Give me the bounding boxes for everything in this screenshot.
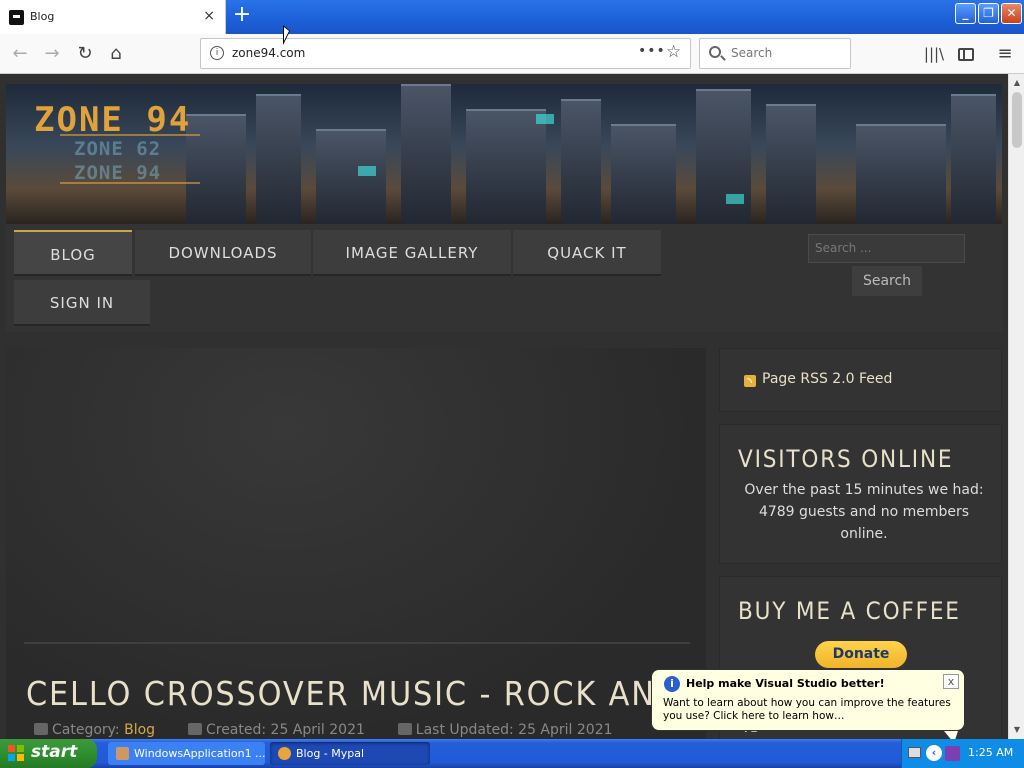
tab-blog[interactable]: Blog ×: [0, 0, 226, 34]
logo-subtext: ZONE 62: [74, 138, 162, 160]
reload-icon[interactable]: ↻: [73, 42, 97, 66]
web-page: ZONE 94 ZONE 62 ZONE 94 BLOG DOWNLOADS I…: [0, 74, 1008, 739]
calendar-icon: [397, 723, 412, 735]
scroll-thumb[interactable]: [1012, 92, 1022, 148]
keyboard-icon[interactable]: [908, 747, 921, 758]
system-tray: ‹ 1:25 AM: [901, 739, 1024, 768]
windows-logo-icon: [8, 745, 25, 762]
nav-item-downloads[interactable]: DOWNLOADS: [135, 230, 311, 276]
balloon-text[interactable]: Want to learn about how you can improve …: [663, 697, 955, 723]
browser-search-input[interactable]: Search: [699, 38, 851, 69]
scroll-up-icon[interactable]: ▲: [1010, 76, 1024, 90]
calendar-icon: [187, 723, 202, 735]
nav-item-sign-in[interactable]: SIGN IN: [14, 280, 150, 326]
chevron-left-icon[interactable]: ‹: [926, 745, 942, 761]
taskbar-item-label: WindowsApplication1 ...: [134, 747, 265, 760]
scroll-down-icon[interactable]: ▼: [1010, 723, 1024, 737]
start-label: start: [31, 742, 78, 762]
site-favicon-icon: [9, 10, 24, 25]
start-button[interactable]: start: [0, 739, 97, 768]
page-actions-icon[interactable]: •••: [638, 43, 666, 59]
nav-item-quack-it[interactable]: QUACK IT: [513, 230, 661, 276]
forward-icon[interactable]: →: [40, 42, 64, 66]
taskbar-item-windowsapplication1[interactable]: WindowsApplication1 ...: [108, 742, 265, 765]
mouse-cursor-icon: [283, 25, 290, 45]
close-window-button[interactable]: ✕: [1001, 3, 1022, 24]
folder-icon: [34, 723, 48, 735]
browser-toolbar: ← → ↻ ⌂ i zone94.com ••• ☆ Search |||\ ≡: [0, 34, 1024, 74]
article-meta: Category: Blog Created: 25 April 2021 La…: [34, 722, 613, 738]
url-text[interactable]: zone94.com: [232, 46, 305, 60]
created-date: Created: 25 April 2021: [205, 722, 365, 738]
category-label: Category:: [52, 722, 125, 738]
visitors-title: VISITORS ONLINE: [738, 445, 954, 473]
back-icon[interactable]: ←: [8, 42, 32, 66]
updated-date: Last Updated: 25 April 2021: [415, 722, 613, 738]
rss-link[interactable]: Page RSS 2.0 Feed: [762, 371, 892, 387]
visual-studio-icon[interactable]: [945, 746, 960, 761]
taskbar: start WindowsApplication1 ... Blog - Myp…: [0, 739, 1024, 768]
rss-icon[interactable]: [744, 375, 756, 387]
app-icon: [116, 747, 129, 760]
home-icon[interactable]: ⌂: [104, 42, 128, 66]
site-logo[interactable]: ZONE 94: [34, 100, 191, 140]
clock[interactable]: 1:25 AM: [968, 746, 1013, 759]
info-icon: i: [664, 676, 680, 692]
tab-title: Blog: [30, 10, 55, 23]
donate-button[interactable]: Donate: [815, 641, 907, 668]
site-search-button[interactable]: Search: [852, 266, 922, 296]
sidebar-icon[interactable]: [954, 42, 978, 66]
visitors-widget: VISITORS ONLINE Over the past 15 minutes…: [719, 424, 1002, 564]
visitors-text: Over the past 15 minutes we had: 4789 gu…: [744, 482, 984, 542]
balloon-close-button[interactable]: x: [943, 674, 959, 689]
coffee-title: BUY ME A COFFEE: [738, 597, 961, 625]
notification-balloon[interactable]: i Help make Visual Studio better! x Want…: [651, 669, 965, 743]
category-link[interactable]: Blog: [124, 722, 155, 738]
browser-titlebar: Blog × + _ ❐ ✕: [0, 0, 1024, 34]
minimize-button[interactable]: _: [955, 3, 976, 24]
browser-search-placeholder: Search: [731, 46, 773, 60]
article-area: CELLO CROSSOVER MUSIC - ROCK AND MET Cat…: [6, 348, 760, 739]
divider: [24, 642, 690, 644]
page-scrollbar[interactable]: ▲ ▼: [1008, 74, 1024, 739]
nav-item-image-gallery[interactable]: IMAGE GALLERY: [313, 230, 511, 276]
new-tab-button[interactable]: +: [230, 4, 254, 28]
tab-close-icon[interactable]: ×: [203, 8, 215, 24]
browser-icon: [278, 747, 291, 760]
site-nav: BLOG DOWNLOADS IMAGE GALLERY QUACK IT SI…: [6, 224, 1002, 332]
menu-icon[interactable]: ≡: [993, 42, 1017, 66]
library-icon[interactable]: |||\: [922, 42, 946, 66]
logo-subtext: ZONE 94: [74, 162, 162, 184]
balloon-title: Help make Visual Studio better!: [686, 677, 885, 690]
taskbar-item-label: Blog - Mypal: [296, 747, 365, 760]
info-icon[interactable]: i: [210, 46, 224, 60]
site-search-input[interactable]: Search ...: [808, 234, 965, 263]
restore-button[interactable]: ❐: [978, 3, 999, 24]
url-bar[interactable]: i zone94.com ••• ☆: [200, 38, 691, 69]
nav-item-blog[interactable]: BLOG: [14, 230, 132, 276]
rss-widget: Page RSS 2.0 Feed: [719, 348, 1002, 412]
site-banner: ZONE 94 ZONE 62 ZONE 94: [6, 84, 1002, 224]
search-icon: [709, 46, 721, 58]
taskbar-item-blog-mypal[interactable]: Blog - Mypal: [270, 742, 430, 765]
star-icon[interactable]: ☆: [666, 42, 681, 62]
